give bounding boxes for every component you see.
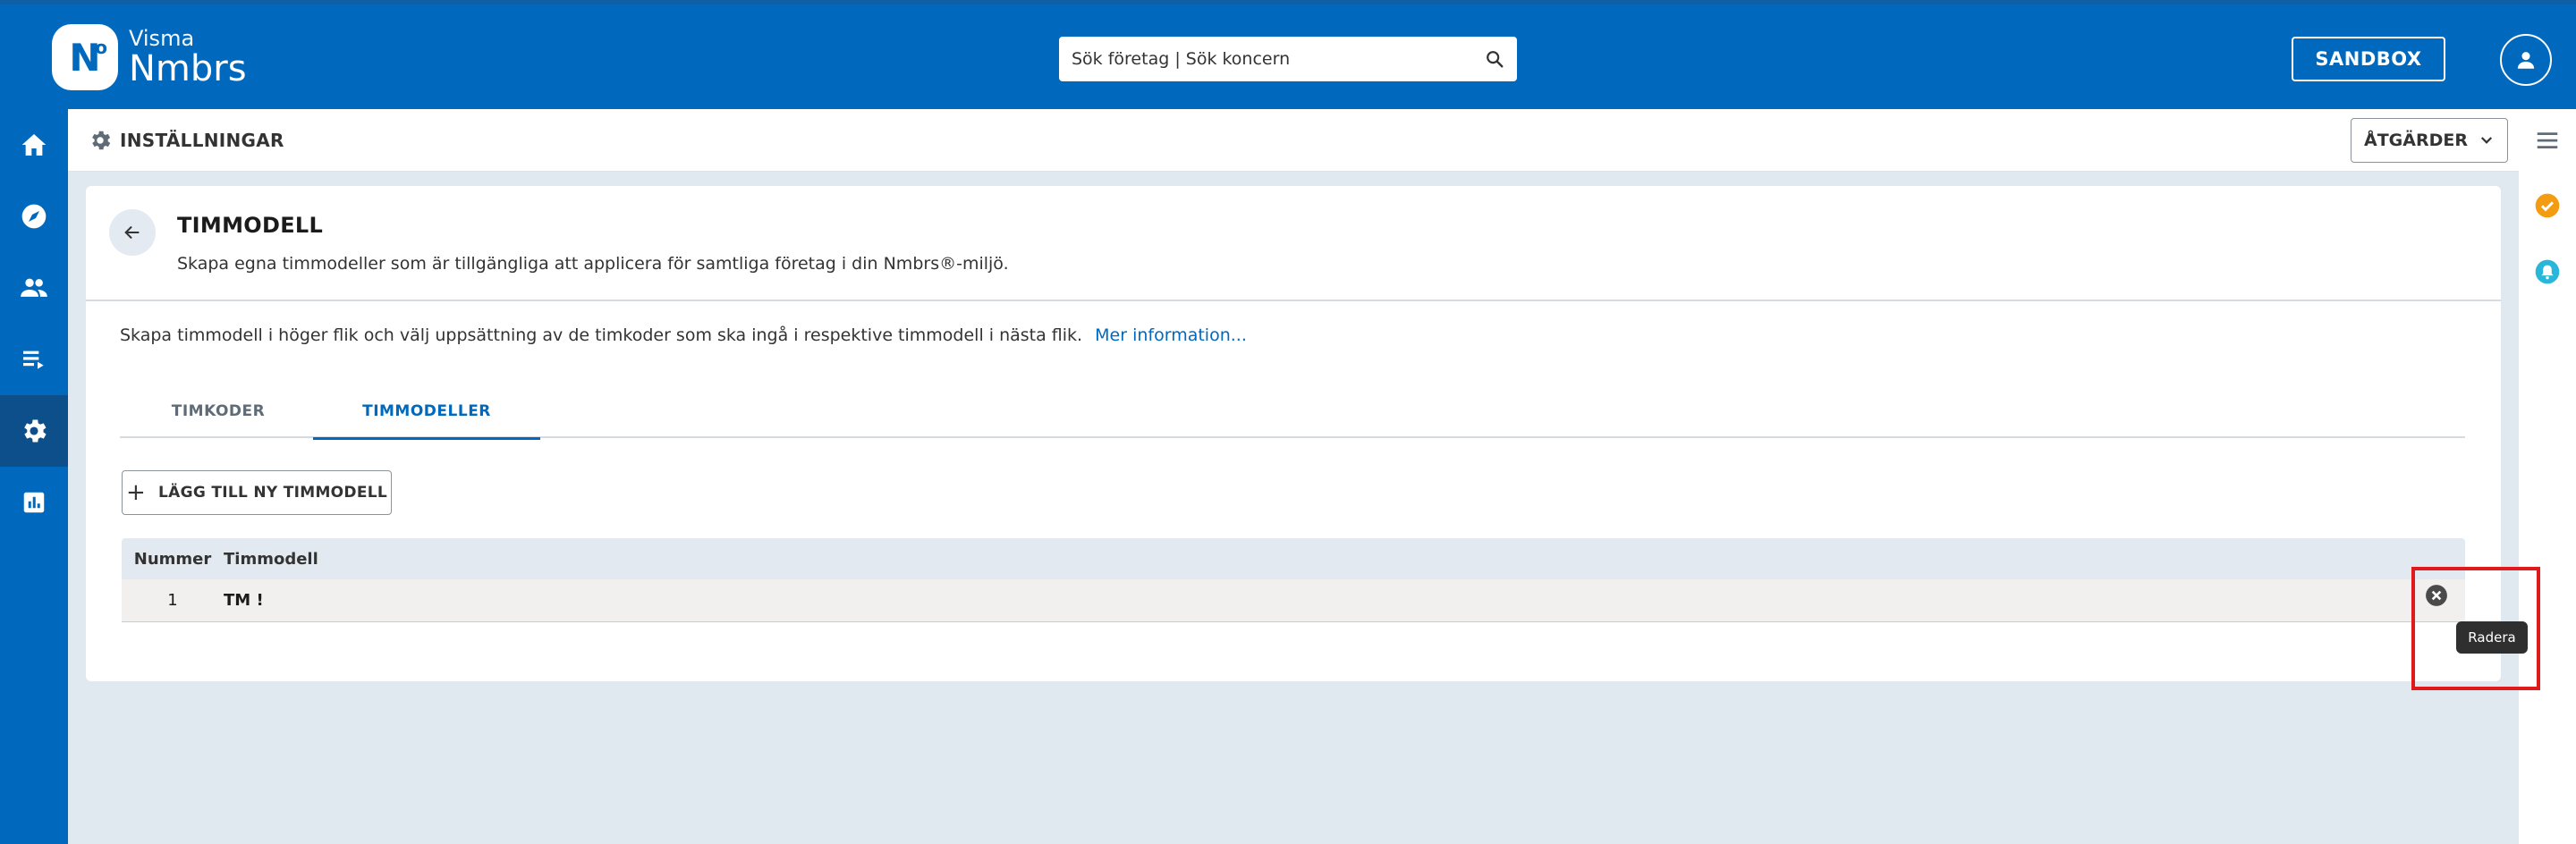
sub-header: INSTÄLLNINGAR ÅTGÄRDER [68,109,2519,172]
page-section-title: INSTÄLLNINGAR [120,130,284,151]
nav-settings[interactable] [0,395,68,467]
search-icon[interactable] [1485,49,1504,69]
column-header-number[interactable]: Nummer [122,550,224,569]
check-circle-icon [2535,193,2560,218]
more-info-link[interactable]: Mer information... [1095,325,1247,345]
playlist-icon [23,350,44,369]
visma-nmbrs-logo[interactable]: N o Visma Nmbrs [52,24,247,90]
column-header-name[interactable]: Timmodell [224,550,318,569]
chart-icon [23,492,45,513]
compass-icon [21,204,47,229]
rail-tasks[interactable] [2519,191,2576,220]
table-row[interactable]: 1 TM ! [122,579,2465,622]
user-icon [2517,52,2535,69]
actions-label: ÅTGÄRDER [2364,131,2468,150]
home-icon [21,134,47,156]
right-rail [2519,109,2576,844]
search-placeholder: Sök företag | Sök koncern [1072,49,1291,69]
rail-menu[interactable] [2519,127,2576,154]
tab-bar: TIMKODER TIMMODELLER [120,384,2465,440]
plus-icon: + [125,479,147,506]
nav-home[interactable] [0,109,68,181]
sandbox-button[interactable]: SANDBOX [2292,37,2445,81]
logo-badge: N o [52,24,118,90]
people-icon [21,278,47,297]
breadcrumb: INSTÄLLNINGAR [88,128,284,153]
info-text: Skapa timmodell i höger flik och välj up… [120,325,1083,345]
top-header: N o Visma Nmbrs Sök företag | Sök koncer… [0,0,2576,109]
logo-badge-sup: o [95,37,107,58]
tab-timmodeller[interactable]: TIMMODELLER [313,384,540,440]
chevron-down-icon [2480,137,2493,144]
arrow-left-icon [124,225,140,240]
cell-name: TM ! [224,591,264,610]
left-navigation [0,109,68,844]
nav-reports[interactable] [0,467,68,538]
logo-text: Visma Nmbrs [129,28,247,87]
search-input[interactable]: Sök företag | Sök koncern [1059,37,1517,81]
add-button-label: LÄGG TILL NY TIMMODELL [158,484,388,502]
hamburger-menu-icon [2537,132,2558,148]
nav-explore[interactable] [0,181,68,252]
cell-number: 1 [167,591,178,610]
actions-dropdown-button[interactable]: ÅTGÄRDER [2351,118,2508,163]
page-title: TIMMODELL [177,213,324,238]
main-card: TIMMODELL Skapa egna timmodeller som är … [86,186,2501,681]
back-button[interactable] [109,209,156,256]
page-subtitle: Skapa egna timmodeller som är tillgängli… [177,254,1009,274]
timmodell-table: Nummer Timmodell 1 TM ! [122,538,2465,622]
user-menu-button[interactable] [2500,34,2552,86]
info-text-block: Skapa timmodell i höger flik och välj up… [120,325,1247,345]
nav-runs[interactable] [0,324,68,395]
logo-line1: Visma [129,26,195,51]
highlight-box [2411,567,2540,690]
table-header: Nummer Timmodell [122,538,2465,579]
gear-icon [24,419,47,443]
logo-line2: Nmbrs [129,48,247,89]
rail-notifications[interactable] [2519,257,2576,286]
settings-gear-icon [92,131,111,150]
nav-employees[interactable] [0,252,68,324]
add-timmodell-button[interactable]: + LÄGG TILL NY TIMMODELL [122,470,392,515]
divider [86,300,2501,301]
tab-timkoder[interactable]: TIMKODER [120,384,317,438]
bell-icon [2535,259,2560,284]
